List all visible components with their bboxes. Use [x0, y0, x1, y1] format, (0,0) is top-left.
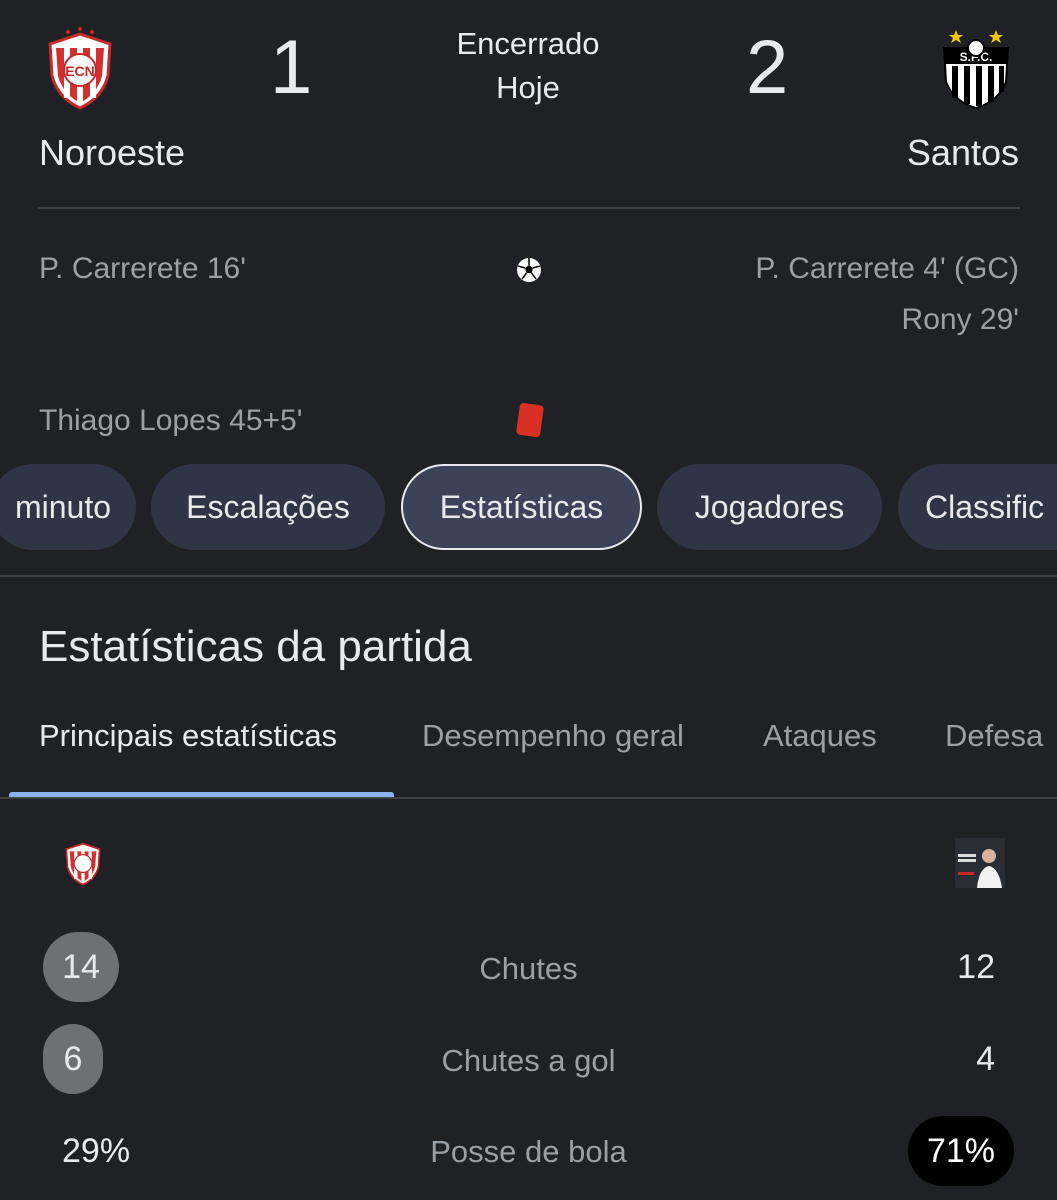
status-date: Hoje — [496, 70, 560, 105]
chip-minuto[interactable]: minuto — [0, 464, 136, 550]
chips-divider — [0, 575, 1057, 577]
home-team-small-logo — [62, 838, 104, 888]
noroeste-crest-small-icon — [65, 842, 101, 886]
red-card-icon — [515, 402, 545, 438]
tabs-divider — [0, 797, 1057, 799]
santos-crest-icon: S.F.C. — [942, 30, 1010, 110]
soccer-ball-icon — [516, 257, 542, 283]
away-team-small-thumbnail — [955, 838, 1005, 888]
chip-classificacao[interactable]: Classific — [898, 464, 1057, 550]
status-label: Encerrado — [456, 26, 600, 61]
chip-jogadores[interactable]: Jogadores — [657, 464, 882, 550]
svg-text:ECN: ECN — [65, 63, 95, 79]
away-team-name[interactable]: Santos — [907, 132, 1019, 174]
match-status: Encerrado Hoje — [408, 22, 648, 110]
away-score: 2 — [746, 25, 789, 110]
home-team-logo[interactable]: ECN — [40, 24, 120, 114]
stats-title: Estatísticas da partida — [39, 622, 472, 671]
header-divider — [38, 207, 1020, 209]
stat-away-chutes: 12 — [957, 948, 995, 986]
home-card-event: Thiago Lopes 45+5' — [39, 404, 303, 437]
stat-away-posse: 71% — [908, 1116, 1014, 1186]
stat-label-posse: Posse de bola — [430, 1134, 627, 1169]
away-goal-event-2: Rony 29' — [901, 303, 1019, 336]
away-team-logo[interactable]: S.F.C. — [936, 24, 1016, 114]
noroeste-crest-icon: ECN — [48, 27, 112, 110]
chip-estatisticas[interactable]: Estatísticas — [401, 464, 642, 550]
stat-away-chutes-a-gol: 4 — [976, 1040, 995, 1078]
tab-defesa[interactable]: Defesa — [945, 718, 1043, 754]
stat-label-chutes-a-gol: Chutes a gol — [441, 1043, 616, 1078]
home-score: 1 — [270, 25, 313, 110]
tab-principais[interactable]: Principais estatísticas — [39, 718, 337, 754]
home-goal-event: P. Carrerete 16' — [39, 252, 246, 285]
away-goal-event-1: P. Carrerete 4' (GC) — [755, 252, 1019, 285]
home-team-name[interactable]: Noroeste — [39, 132, 185, 174]
stat-label-chutes: Chutes — [479, 951, 578, 986]
tab-ataques[interactable]: Ataques — [763, 718, 877, 754]
chip-escalacoes[interactable]: Escalações — [151, 464, 385, 550]
tab-desempenho[interactable]: Desempenho geral — [422, 718, 684, 754]
